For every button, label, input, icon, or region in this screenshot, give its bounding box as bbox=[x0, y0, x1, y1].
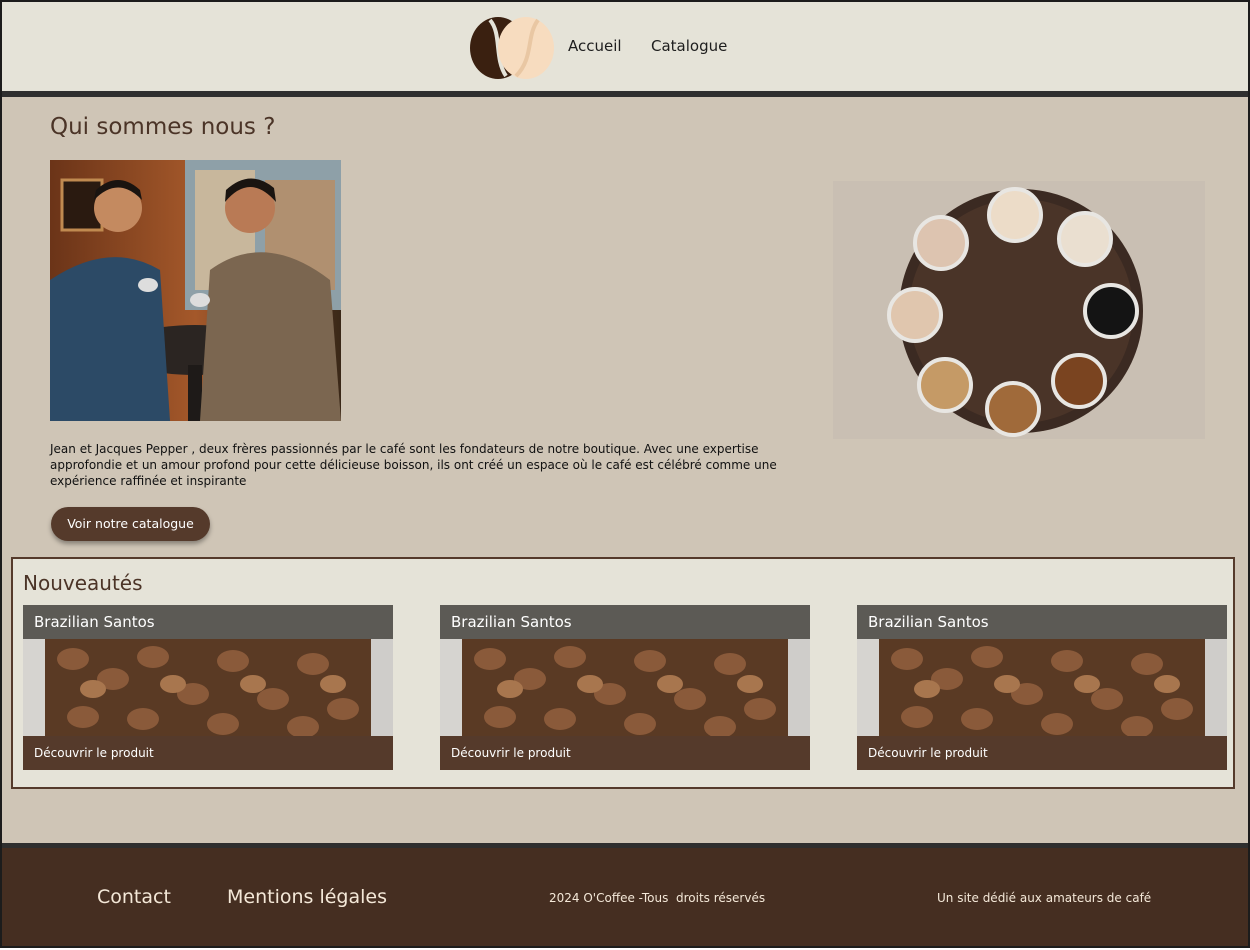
product-name: Brazilian Santos bbox=[23, 605, 393, 639]
coffee-cups-photo bbox=[833, 181, 1205, 439]
product-name: Brazilian Santos bbox=[857, 605, 1227, 639]
discover-product-link[interactable]: Découvrir le produit bbox=[23, 736, 393, 770]
nav-accueil-link[interactable]: Accueil bbox=[568, 37, 622, 55]
coffee-beans-image bbox=[857, 639, 1227, 736]
product-card: Brazilian Santos Découvrir le produit bbox=[23, 605, 393, 770]
news-title: Nouveautés bbox=[23, 571, 143, 595]
coffee-beans-image bbox=[23, 639, 393, 736]
coffee-beans-image bbox=[440, 639, 810, 736]
header-divider bbox=[2, 91, 1248, 97]
coffee-bean-logo-icon[interactable] bbox=[468, 14, 556, 80]
view-catalogue-button[interactable]: Voir notre catalogue bbox=[51, 507, 210, 541]
about-description: Jean et Jacques Pepper , deux frères pas… bbox=[50, 442, 777, 488]
footer-legal-link[interactable]: Mentions légales bbox=[227, 886, 387, 908]
footer-tagline: Un site dédié aux amateurs de café bbox=[937, 891, 1152, 905]
site-header: Accueil Catalogue bbox=[2, 2, 1248, 91]
discover-product-link[interactable]: Découvrir le produit bbox=[440, 736, 810, 770]
footer-contact-link[interactable]: Contact bbox=[97, 886, 171, 908]
product-name: Brazilian Santos bbox=[440, 605, 810, 639]
footer-copyright: 2024 O'Coffee -Tous droits réservés bbox=[549, 891, 766, 905]
about-title: Qui sommes nous ? bbox=[50, 114, 276, 140]
nav-catalogue-link[interactable]: Catalogue bbox=[651, 37, 727, 55]
site-footer: Contact Mentions légales 2024 O'Coffee -… bbox=[2, 848, 1248, 946]
discover-product-link[interactable]: Découvrir le produit bbox=[857, 736, 1227, 770]
page-frame: Accueil Catalogue Qui sommes nous ? Jean… bbox=[0, 0, 1250, 948]
news-section: Nouveautés Brazilian Santos Découvrir le… bbox=[11, 557, 1235, 789]
founders-photo bbox=[50, 160, 341, 421]
product-card: Brazilian Santos Découvrir le produit bbox=[440, 605, 810, 770]
product-card: Brazilian Santos Découvrir le produit bbox=[857, 605, 1227, 770]
